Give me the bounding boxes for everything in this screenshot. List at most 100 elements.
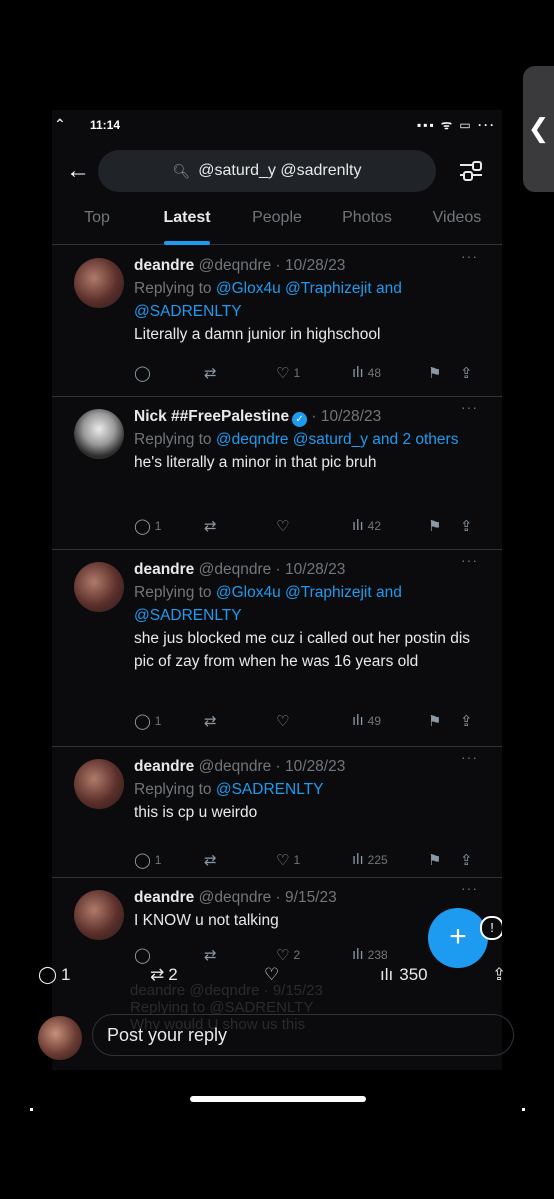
- reply-icon: ◯: [38, 965, 58, 984]
- home-indicator: [190, 1096, 366, 1102]
- views-icon: ılı: [380, 965, 394, 984]
- reply-button[interactable]: ◯ 1: [134, 712, 161, 730]
- author-handle: @deqndre · 10/28/23: [198, 758, 346, 775]
- like-button[interactable]: ♡: [276, 517, 293, 535]
- views-button[interactable]: ılı 238: [352, 946, 388, 963]
- views-button[interactable]: ılı 48: [352, 364, 381, 381]
- replying-to-link[interactable]: @SADRENLTY: [216, 781, 324, 798]
- views-button[interactable]: ılı 49: [352, 712, 381, 729]
- author-name[interactable]: deandre: [134, 257, 194, 274]
- retweet-icon: ⇄: [204, 852, 217, 869]
- avatar[interactable]: [74, 759, 124, 809]
- reply-button[interactable]: ◯ 1: [134, 851, 161, 869]
- author-name[interactable]: Nick ##FreePalestine: [134, 408, 289, 425]
- compose-button[interactable]: +: [428, 908, 488, 968]
- like-button[interactable]: ♡ 2: [276, 946, 300, 964]
- share-icon: ⇪: [460, 518, 473, 535]
- views-button[interactable]: ılı 42: [352, 517, 381, 534]
- retweet-icon: ⇄: [204, 518, 217, 535]
- reply-input[interactable]: Post your reply: [92, 1014, 514, 1056]
- retweet-button[interactable]: ⇄: [204, 517, 221, 535]
- share-button[interactable]: ⇪: [460, 517, 473, 535]
- tab-photos[interactable]: Photos: [322, 200, 412, 244]
- bookmark-button[interactable]: ⚑: [428, 364, 441, 382]
- avatar[interactable]: [74, 258, 124, 308]
- like-button[interactable]: ♡ 1: [276, 851, 300, 869]
- views-count-button[interactable]: ılı 350: [380, 965, 428, 985]
- views-button[interactable]: ılı 225: [352, 851, 388, 868]
- tab-latest[interactable]: Latest: [142, 200, 232, 245]
- corner-dot: [30, 1108, 33, 1111]
- tweet-actions: ◯ 1 ⇄ ♡ 1 ılı 225 ⚑ ⇪: [134, 851, 479, 875]
- replying-label: Replying to: [134, 584, 216, 601]
- tweet-body: deandre @deqndre · 9/15/23 I KNOW u not …: [134, 886, 474, 932]
- author-name[interactable]: deandre: [134, 889, 194, 906]
- retweet-icon: ⇄: [204, 947, 217, 964]
- heart-icon: ♡: [276, 518, 290, 535]
- retweet-button[interactable]: ⇄: [204, 364, 221, 382]
- reply-icon: ◯: [134, 852, 151, 869]
- like-count-button[interactable]: ♡: [264, 965, 279, 985]
- heart-icon: ♡: [276, 852, 290, 869]
- reply-count-button[interactable]: ◯ 1: [38, 965, 71, 985]
- reply-button[interactable]: ◯ 1: [134, 517, 161, 535]
- search-icon: 🔍︎: [172, 162, 191, 179]
- share-button[interactable]: ⇪: [492, 965, 506, 985]
- retweet-button[interactable]: ⇄: [204, 712, 221, 730]
- bookmark-button[interactable]: ⚑: [428, 517, 441, 535]
- location-arrow-icon: ⌃: [54, 116, 66, 132]
- share-button[interactable]: ⇪: [460, 712, 473, 730]
- tab-people[interactable]: People: [232, 200, 322, 244]
- retweet-button[interactable]: ⇄: [204, 946, 221, 964]
- avatar[interactable]: [74, 409, 124, 459]
- more-icon[interactable]: ···: [461, 749, 478, 765]
- tweet[interactable]: Nick ##FreePalestine ✓ · 10/28/23 Replyin…: [52, 397, 502, 550]
- search-input[interactable]: 🔍︎ @saturd_y @sadrenlty: [98, 150, 436, 192]
- tweet-actions: ◯ ⇄ ♡ 1 ılı 48 ⚑ ⇪: [134, 364, 479, 388]
- more-icon[interactable]: ···: [461, 552, 478, 568]
- tab-videos[interactable]: Videos: [412, 200, 502, 244]
- more-icon[interactable]: ···: [461, 248, 478, 264]
- tweet-actions: ◯ 1 ⇄ ♡ ılı 49 ⚑ ⇪: [134, 712, 479, 736]
- reply-icon: ◯: [134, 947, 151, 964]
- tab-top[interactable]: Top: [52, 200, 142, 244]
- avatar: [38, 1016, 82, 1060]
- views-icon: ılı: [352, 517, 364, 534]
- author-handle: · 10/28/23: [311, 408, 382, 425]
- back-arrow-icon[interactable]: ←: [66, 157, 90, 185]
- status-bar: ⌃ 11:14 ▪▪▪ ᯤ ▭ ···: [52, 110, 502, 142]
- avatar[interactable]: [74, 890, 124, 940]
- share-icon: ⇪: [460, 852, 473, 869]
- tweet[interactable]: deandre @deqndre · 10/28/23 Replying to …: [52, 246, 502, 397]
- retweet-button[interactable]: ⇄: [204, 851, 221, 869]
- heart-icon: ♡: [264, 965, 280, 984]
- focal-tweet-actions: ◯ 1 ⇄ 2 ♡ ılı 350 ⇪: [38, 965, 518, 995]
- tweet[interactable]: deandre @deqndre · 10/28/23 Replying to …: [52, 747, 502, 878]
- more-icon[interactable]: ···: [461, 880, 478, 896]
- author-name[interactable]: deandre: [134, 561, 194, 578]
- tweet[interactable]: deandre @deqndre · 10/28/23 Replying to …: [52, 550, 502, 747]
- reply-button[interactable]: ◯: [134, 946, 155, 964]
- retweet-icon: ⇄: [204, 713, 217, 730]
- search-query: @saturd_y @sadrenlty: [198, 162, 362, 179]
- share-icon: ⇪: [460, 365, 473, 382]
- reply-button[interactable]: ◯: [134, 364, 155, 382]
- share-button[interactable]: ⇪: [460, 851, 473, 869]
- tweet-body: deandre @deqndre · 10/28/23 Replying to …: [134, 254, 474, 346]
- avatar[interactable]: [74, 562, 124, 612]
- retweet-count-button[interactable]: ⇄ 2: [150, 965, 178, 985]
- like-button[interactable]: ♡: [276, 712, 293, 730]
- share-button[interactable]: ⇪: [460, 364, 473, 382]
- like-button[interactable]: ♡ 1: [276, 364, 300, 382]
- filter-icon[interactable]: [460, 160, 482, 181]
- bookmark-icon: ⚑: [428, 713, 442, 730]
- bookmark-button[interactable]: ⚑: [428, 851, 441, 869]
- more-icon[interactable]: ···: [461, 399, 478, 415]
- reply-composer: Post your reply: [38, 1012, 518, 1060]
- retweet-icon: ⇄: [150, 965, 165, 984]
- side-panel-handle[interactable]: ❮: [523, 66, 554, 192]
- author-name[interactable]: deandre: [134, 758, 194, 775]
- replying-to-link[interactable]: @deqndre @saturd_y and 2 others: [216, 431, 459, 448]
- bookmark-button[interactable]: ⚑: [428, 712, 441, 730]
- reply-icon: ◯: [134, 365, 151, 382]
